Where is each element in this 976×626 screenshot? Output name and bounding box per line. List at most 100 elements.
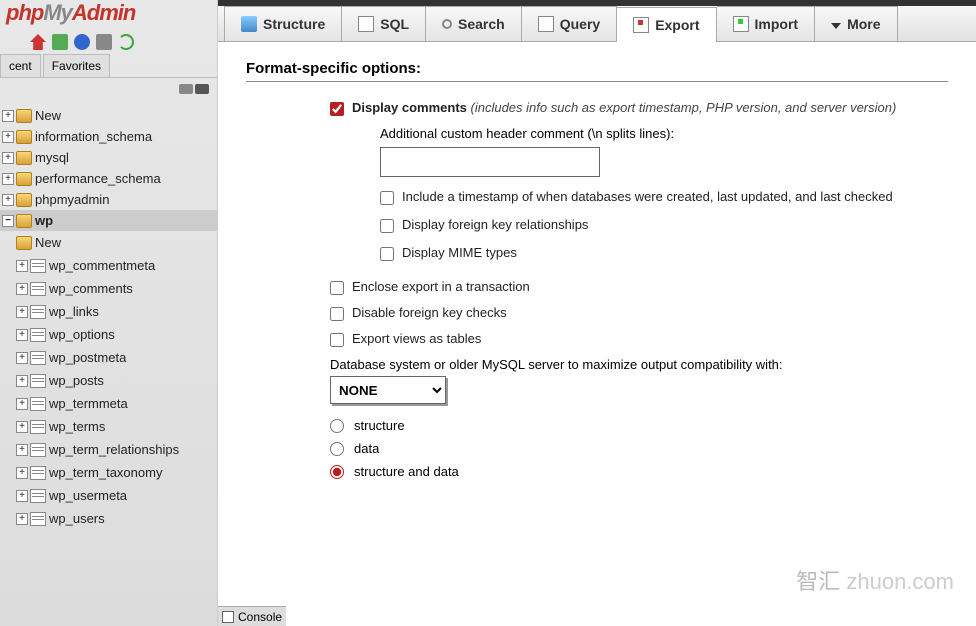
table-item-wp-postmeta[interactable]: +wp_postmeta [14, 346, 217, 369]
logo[interactable]: phpMyAdmin [0, 0, 217, 30]
table-item-wp-users[interactable]: +wp_users [14, 507, 217, 530]
table-icon [30, 420, 46, 434]
more-icon [831, 23, 841, 29]
enclose-transaction-checkbox[interactable] [330, 281, 344, 295]
export-views-checkbox[interactable] [330, 333, 344, 347]
reload-icon[interactable] [118, 34, 134, 50]
enclose-transaction-label[interactable]: Enclose export in a transaction [352, 279, 530, 294]
display-comments-label[interactable]: Display comments (includes info such as … [352, 100, 896, 115]
include-timestamp-checkbox[interactable] [380, 191, 394, 205]
expand-icon[interactable]: + [2, 131, 14, 143]
tab-export[interactable]: Export [617, 7, 716, 42]
compat-select[interactable]: NONE [330, 376, 446, 404]
db-item-performance-schema[interactable]: +performance_schema [0, 168, 217, 189]
expand-icon[interactable]: + [16, 490, 28, 502]
console-bar[interactable]: Console [218, 606, 286, 626]
table-icon [30, 466, 46, 480]
db-item-mysql[interactable]: +mysql [0, 147, 217, 168]
expand-icon[interactable]: + [16, 329, 28, 341]
table-item-wp-options[interactable]: + wp_options [14, 323, 217, 346]
settings-icon[interactable] [96, 34, 112, 50]
expand-icon[interactable]: + [2, 152, 14, 164]
exit-icon[interactable] [52, 34, 68, 50]
db-item-New[interactable]: +New [0, 105, 217, 126]
table-item-wp-commentmeta[interactable]: +wp_commentmeta [14, 254, 217, 277]
table-item-wp-term-taxonomy[interactable]: +wp_term_taxonomy [14, 461, 217, 484]
export-options-panel: Format-specific options: Display comment… [218, 42, 976, 606]
expand-icon[interactable]: + [16, 260, 28, 272]
table-label: wp_links [49, 304, 99, 319]
table-icon [30, 443, 46, 457]
display-fk-label[interactable]: Display foreign key relationships [402, 217, 588, 232]
expand-icon[interactable]: + [16, 467, 28, 479]
table-item-wp-posts[interactable]: + wp_posts [14, 369, 217, 392]
expand-icon[interactable]: + [2, 173, 14, 185]
table-label: wp_options [49, 327, 115, 342]
tab-label: SQL [380, 16, 409, 32]
expand-icon[interactable]: + [16, 375, 28, 387]
tab-label: More [847, 16, 880, 32]
tree-collapse-controls[interactable] [0, 78, 217, 101]
include-timestamp-label[interactable]: Include a timestamp of when databases we… [402, 189, 893, 204]
home-icon[interactable] [30, 34, 46, 50]
tab-structure[interactable]: Structure [224, 6, 342, 41]
tab-label: Search [458, 16, 505, 32]
expand-icon[interactable]: + [16, 306, 28, 318]
structure-icon [241, 16, 257, 32]
expand-icon[interactable]: + [16, 283, 28, 295]
table-label: wp_posts [49, 373, 104, 388]
new-icon [16, 236, 32, 250]
tab-sql[interactable]: SQL [342, 6, 426, 41]
table-item-wp-terms[interactable]: +wp_terms [14, 415, 217, 438]
watermark: 智汇 zhuon.com [796, 564, 954, 596]
db-item-information-schema[interactable]: +information_schema [0, 126, 217, 147]
dump-radio-label[interactable]: data [354, 441, 379, 456]
dump-radio-structure-and-data[interactable] [330, 465, 344, 479]
table-icon [30, 351, 46, 365]
expand-icon[interactable]: + [16, 352, 28, 364]
custom-header-label: Additional custom header comment (\n spl… [380, 126, 948, 141]
tab-query[interactable]: Query [522, 6, 617, 41]
tab-import[interactable]: Import [717, 6, 816, 41]
custom-header-input[interactable] [380, 147, 600, 177]
disable-fk-label[interactable]: Disable foreign key checks [352, 305, 507, 320]
table-item-wp-usermeta[interactable]: + wp_usermeta [14, 484, 217, 507]
expand-icon[interactable]: + [16, 421, 28, 433]
new-table-item[interactable]: New [14, 231, 217, 254]
tab-search[interactable]: Search [426, 6, 522, 41]
expand-icon[interactable]: + [16, 444, 28, 456]
sidebar-tabs: cent Favorites [0, 54, 217, 78]
table-item-wp-comments[interactable]: +wp_comments [14, 277, 217, 300]
collapse-icon[interactable]: − [2, 215, 14, 227]
display-fk-checkbox[interactable] [380, 219, 394, 233]
sidebar: phpMyAdmin cent Favorites +New+informati… [0, 0, 218, 626]
display-mime-label[interactable]: Display MIME types [402, 245, 517, 260]
db-item-phpmyadmin[interactable]: +phpmyadmin [0, 189, 217, 210]
table-label: wp_usermeta [49, 488, 127, 503]
tab-more[interactable]: More [815, 6, 897, 41]
expand-icon[interactable]: + [2, 110, 14, 122]
display-mime-checkbox[interactable] [380, 247, 394, 261]
table-item-wp-links[interactable]: + wp_links [14, 300, 217, 323]
table-icon [30, 282, 46, 296]
dump-radio-data[interactable] [330, 442, 344, 456]
dump-radio-label[interactable]: structure [354, 418, 405, 433]
expand-icon[interactable]: + [16, 513, 28, 525]
sidebar-tab-recent[interactable]: cent [0, 54, 41, 77]
db-item-wp[interactable]: −wp [0, 210, 217, 231]
table-item-wp-termmeta[interactable]: +wp_termmeta [14, 392, 217, 415]
dump-radio-structure[interactable] [330, 419, 344, 433]
expand-icon[interactable]: + [16, 398, 28, 410]
display-comments-checkbox[interactable] [330, 102, 344, 116]
database-icon [16, 193, 32, 207]
dump-radio-label[interactable]: structure and data [354, 464, 459, 479]
sidebar-tab-favorites[interactable]: Favorites [43, 54, 110, 77]
table-item-wp-term-relationships[interactable]: +wp_term_relationships [14, 438, 217, 461]
docs-icon[interactable] [74, 34, 90, 50]
database-icon [16, 151, 32, 165]
disable-fk-checkbox[interactable] [330, 307, 344, 321]
expand-icon[interactable]: + [2, 194, 14, 206]
console-label: Console [238, 610, 282, 624]
tab-label: Import [755, 16, 799, 32]
export-views-label[interactable]: Export views as tables [352, 331, 481, 346]
